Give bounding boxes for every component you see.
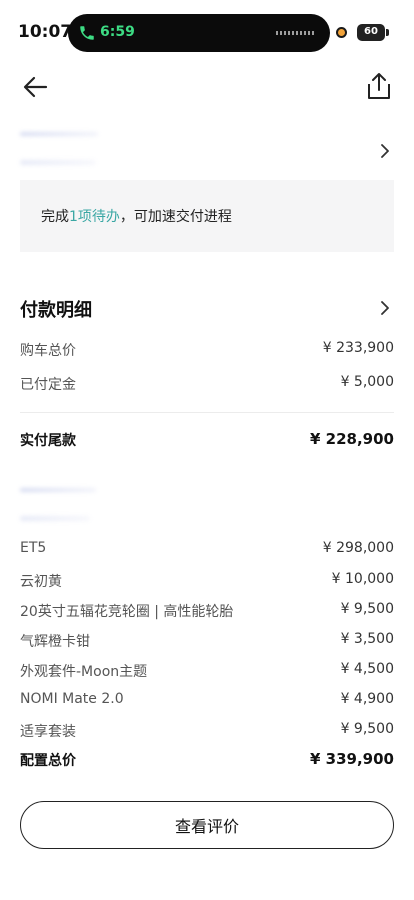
config-total-label: 配置总价 xyxy=(20,753,76,769)
payment-row-value: ¥ 5,000 xyxy=(340,374,394,390)
config-row-value: ¥ 9,500 xyxy=(340,721,394,737)
payment-total-value: ¥ 228,900 xyxy=(310,430,394,448)
config-row-value: ¥ 3,500 xyxy=(340,631,394,647)
payment-row-label: 已付定金 xyxy=(20,377,76,393)
payment-row: 已付定金 ¥ 5,000 xyxy=(20,374,394,396)
back-arrow-icon[interactable] xyxy=(18,72,52,102)
chevron-right-icon[interactable] xyxy=(378,299,392,317)
config-row-label: ET5 xyxy=(20,540,47,556)
pending-task-text: 完成1项待办，可加速交付进程 xyxy=(41,206,232,226)
dynamic-island[interactable]: 6:59 xyxy=(68,14,330,52)
config-row-value: ¥ 4,900 xyxy=(340,691,394,707)
config-header-placeholder xyxy=(20,516,90,521)
config-row-label: 适享套装 xyxy=(20,724,76,740)
status-bar: 10:07 6:59 60 xyxy=(0,0,414,62)
config-row-label: NOMI Mate 2.0 xyxy=(20,691,124,707)
status-time: 10:07 xyxy=(18,22,73,42)
order-header-placeholder xyxy=(20,132,98,136)
config-row-value: ¥ 4,500 xyxy=(340,661,394,677)
config-total-value: ¥ 339,900 xyxy=(310,750,394,768)
config-row: 云初黄 ¥ 10,000 xyxy=(20,571,394,593)
divider xyxy=(20,412,394,413)
config-row-value: ¥ 10,000 xyxy=(331,571,394,587)
payment-row-label: 购车总价 xyxy=(20,343,76,359)
config-total-row: 配置总价 ¥ 339,900 xyxy=(20,750,394,772)
config-row-value: ¥ 298,000 xyxy=(322,540,394,556)
config-row: 适享套装 ¥ 9,500 xyxy=(20,721,394,743)
chevron-right-icon[interactable] xyxy=(378,142,392,160)
payment-row-value: ¥ 233,900 xyxy=(322,340,394,356)
share-icon[interactable] xyxy=(364,70,394,102)
waveform-icon xyxy=(276,31,316,35)
config-row-label: 云初黄 xyxy=(20,574,62,590)
payment-total-label: 实付尾款 xyxy=(20,433,76,449)
battery-tip xyxy=(386,29,389,36)
config-row: NOMI Mate 2.0 ¥ 4,900 xyxy=(20,691,394,713)
config-row-label: 外观套件-Moon主题 xyxy=(20,664,148,680)
recording-indicator-icon xyxy=(336,27,347,38)
config-row: 20英寸五辐花竞轮圈 | 高性能轮胎 ¥ 9,500 xyxy=(20,601,394,623)
call-duration: 6:59 xyxy=(100,24,135,40)
config-header-placeholder xyxy=(20,488,96,492)
payment-row: 购车总价 ¥ 233,900 xyxy=(20,340,394,362)
config-row-label: 气辉橙卡钳 xyxy=(20,634,90,650)
phone-icon xyxy=(80,26,94,40)
config-row-label: 20英寸五辐花竞轮圈 | 高性能轮胎 xyxy=(20,604,234,620)
order-header-placeholder xyxy=(20,160,96,165)
battery-level: 60 xyxy=(364,26,378,37)
payment-details-title: 付款明细 xyxy=(20,300,92,321)
config-row: ET5 ¥ 298,000 xyxy=(20,540,394,562)
config-row: 外观套件-Moon主题 ¥ 4,500 xyxy=(20,661,394,683)
config-row: 气辉橙卡钳 ¥ 3,500 xyxy=(20,631,394,653)
config-row-value: ¥ 9,500 xyxy=(340,601,394,617)
task-highlight: 1项待办 xyxy=(69,209,120,225)
task-suffix: ，可加速交付进程 xyxy=(119,209,232,225)
task-prefix: 完成 xyxy=(41,209,69,225)
payment-total-row: 实付尾款 ¥ 228,900 xyxy=(20,430,394,452)
pending-task-card[interactable]: 完成1项待办，可加速交付进程 xyxy=(20,180,394,252)
view-review-button[interactable]: 查看评价 xyxy=(20,801,394,849)
battery-icon: 60 xyxy=(357,24,385,41)
